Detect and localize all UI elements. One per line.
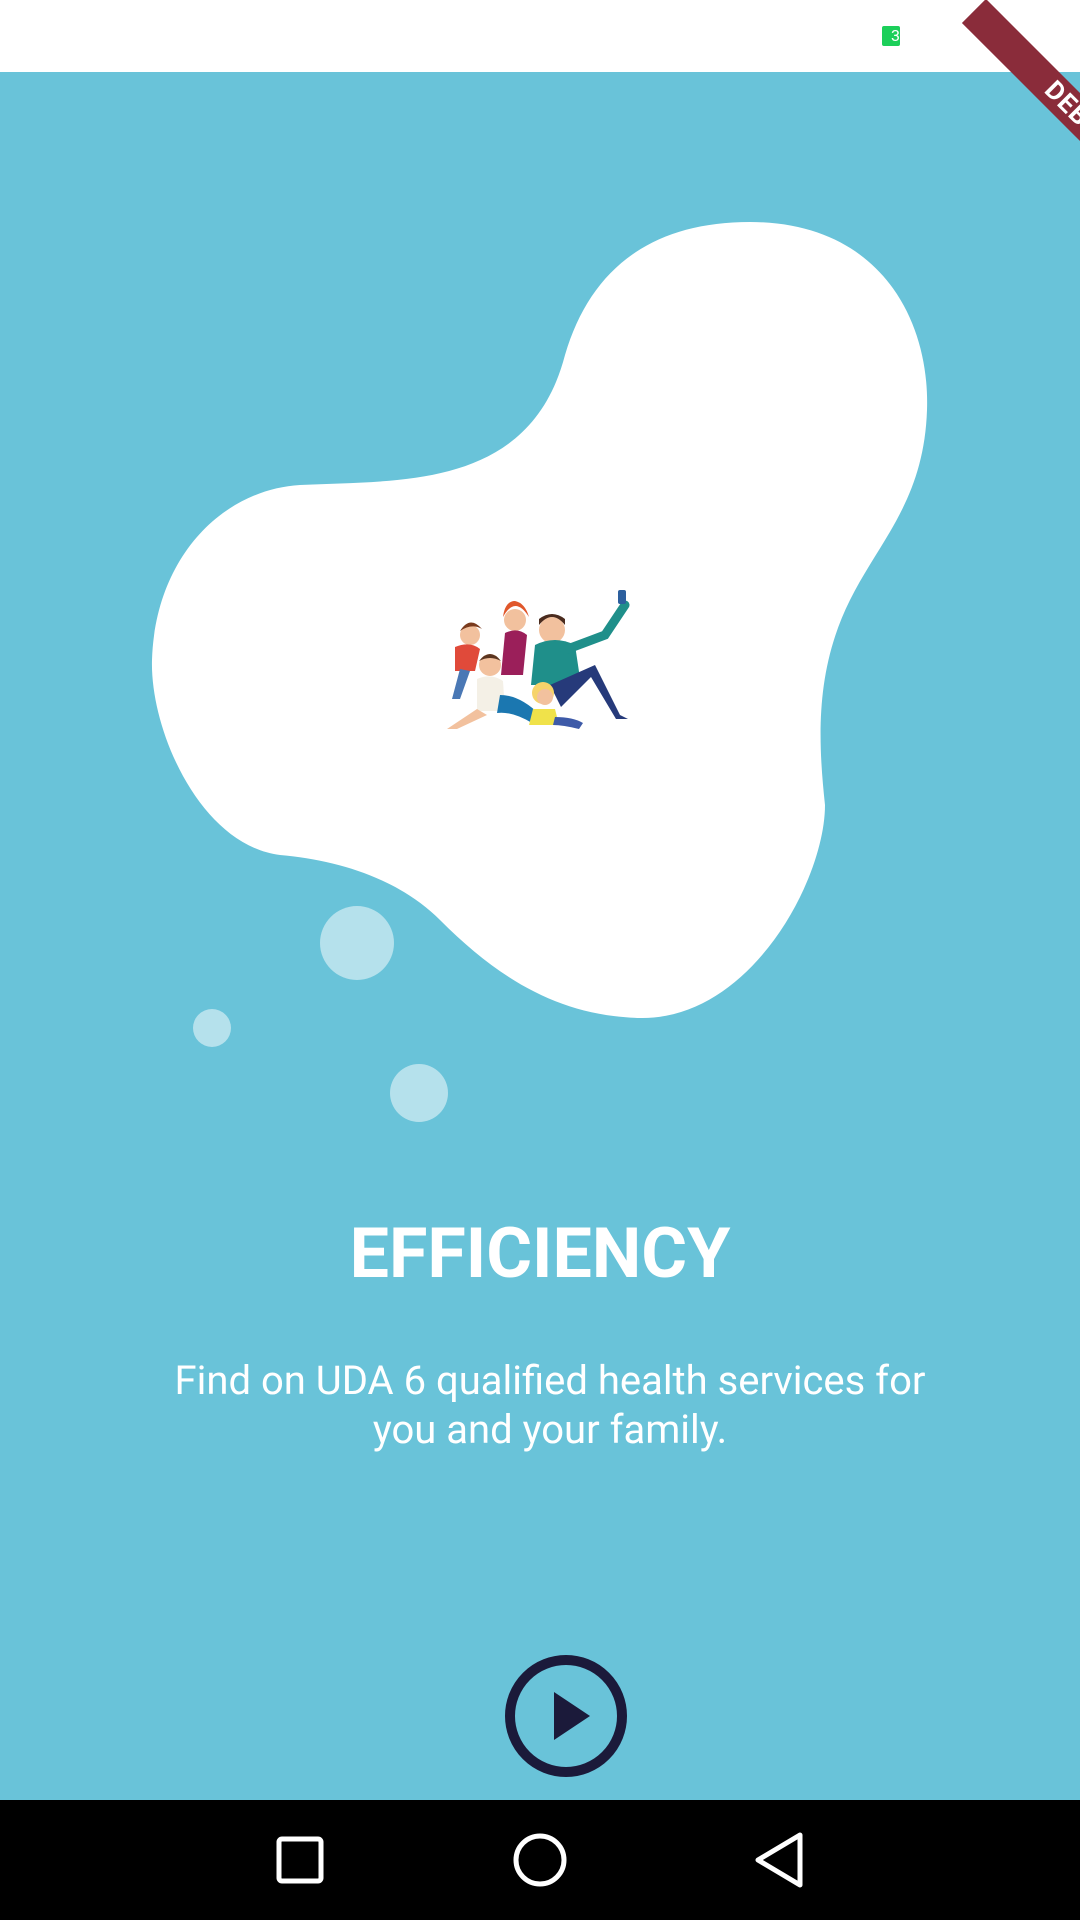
family-selfie-illustration (447, 590, 630, 729)
bubble-large (320, 906, 394, 980)
next-button[interactable] (504, 1654, 628, 1778)
page-title: EFFICIENCY (349, 1213, 731, 1295)
page-description: Find on UDA 6 qualified health services … (174, 1357, 926, 1453)
square-icon (276, 1836, 324, 1884)
play-circle-icon (505, 1655, 627, 1777)
recents-button[interactable] (260, 1820, 340, 1900)
system-nav-bar (0, 1800, 1080, 1920)
bubble-medium (390, 1064, 448, 1122)
decorative-blob (151, 222, 928, 1122)
back-button[interactable] (740, 1820, 820, 1900)
circle-icon (513, 1833, 567, 1887)
home-button[interactable] (500, 1820, 580, 1900)
triangle-back-icon (755, 1832, 803, 1888)
onboarding-screen: 3 EFFICIENCY Find on UDA 6 qualified hea… (0, 0, 1080, 1920)
bubble-small (193, 1009, 231, 1047)
